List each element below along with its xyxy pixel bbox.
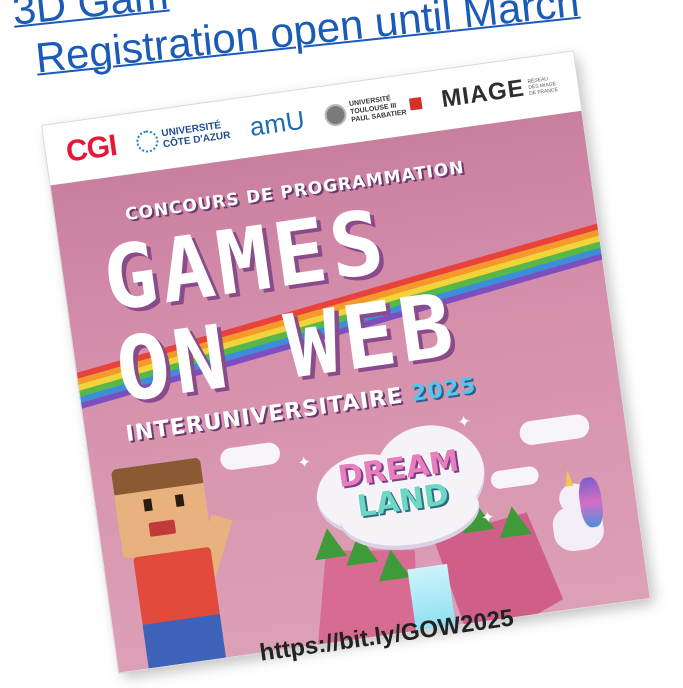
uca-emblem-icon [135, 129, 160, 154]
poster-artwork: CONCOURS DE PROGRAMMATION GAMES ON WEB I… [50, 110, 650, 673]
sparkle-icon: ✦ [480, 508, 496, 528]
cgi-logo-text: CGI [64, 129, 119, 169]
amu-logo: amU [248, 104, 307, 142]
character-eye [143, 498, 153, 512]
dreamland-logo: DREAM LAND ✦ ✦ ✦ [297, 413, 496, 560]
unicorn [536, 469, 618, 570]
universite-cote-dazur-logo: UNIVERSITÉ CÔTE D'AZUR [135, 119, 231, 154]
amu-logo-text: amU [247, 104, 307, 142]
toulouse-seal-icon [323, 102, 348, 128]
character-jeans [142, 614, 228, 673]
character-eye [174, 494, 185, 507]
universite-toulouse-logo: UNIVERSITÉ TOULOUSE III PAUL SABATIER [323, 91, 423, 128]
unicorn-horn-icon [563, 469, 574, 487]
miage-logo: MIAGE RÉSEAU DES MIAGE DE FRANCE [440, 70, 559, 114]
sparkle-icon: ✦ [296, 453, 313, 473]
miage-logo-text: MIAGE [439, 74, 527, 114]
pixel-character [91, 453, 259, 673]
sparkle-icon: ✦ [456, 413, 473, 432]
toulouse-square-icon [408, 97, 423, 111]
cgi-logo: CGI [64, 129, 119, 170]
character-head [110, 457, 213, 559]
poster-card: CGI UNIVERSITÉ CÔTE D'AZUR amU UNIVERSIT… [42, 51, 650, 673]
tree [495, 504, 532, 539]
cloud-right [518, 412, 591, 447]
